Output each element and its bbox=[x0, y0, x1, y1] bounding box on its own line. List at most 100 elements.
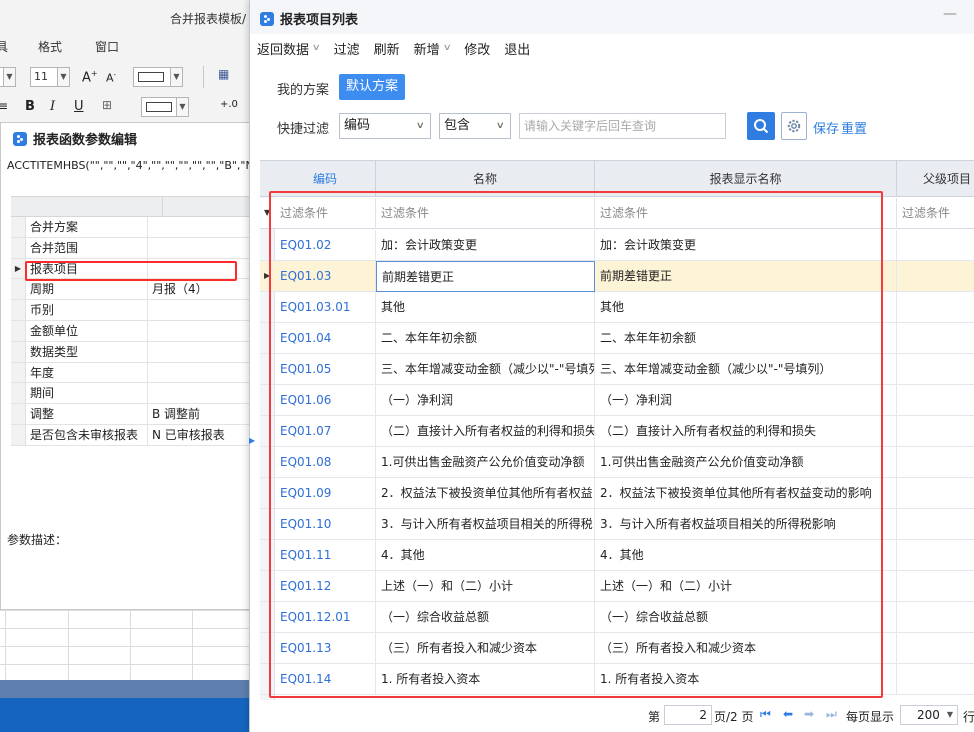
grow-font-icon[interactable]: A+ bbox=[82, 69, 98, 85]
cell-parent[interactable] bbox=[897, 540, 974, 571]
report-item-highlight bbox=[25, 261, 237, 281]
param-row[interactable]: 合并范围 bbox=[11, 237, 249, 259]
menu-window[interactable]: 窗口 bbox=[95, 38, 119, 55]
border-style-dropdown[interactable]: ▼ bbox=[133, 67, 183, 87]
app-logo-icon bbox=[13, 131, 27, 146]
menu-item[interactable]: 返回数据 ∨ bbox=[250, 39, 327, 58]
last-page-icon[interactable]: ⏭ bbox=[826, 707, 837, 722]
shrink-font-icon[interactable]: A- bbox=[106, 71, 116, 85]
cell-parent[interactable] bbox=[897, 633, 974, 664]
cell-parent[interactable] bbox=[897, 602, 974, 633]
italic-button[interactable]: I bbox=[50, 99, 55, 114]
menu-tools[interactable]: 具 bbox=[0, 38, 8, 55]
default-scheme-button[interactable]: 默认方案 bbox=[339, 74, 405, 100]
save-scheme-link[interactable]: 保存 bbox=[813, 118, 839, 137]
rows-suffix: 行 bbox=[963, 710, 974, 724]
search-input[interactable] bbox=[519, 113, 726, 139]
param-row[interactable]: 调整 B 调整前 bbox=[11, 404, 249, 425]
param-name: 币别 bbox=[26, 300, 148, 320]
cell-parent[interactable] bbox=[897, 230, 974, 261]
underline-button[interactable]: U bbox=[74, 99, 84, 114]
prev-page-icon[interactable]: ⬅ bbox=[783, 707, 793, 721]
my-scheme-label[interactable]: 我的方案 bbox=[277, 79, 329, 98]
cell-parent[interactable] bbox=[897, 385, 974, 416]
menu-item[interactable]: 退出 bbox=[497, 39, 537, 58]
param-value[interactable]: B 调整前 bbox=[148, 404, 249, 424]
menu-format[interactable]: 格式 bbox=[38, 38, 62, 55]
cell-parent[interactable] bbox=[897, 664, 974, 695]
page-label: 第 bbox=[648, 710, 661, 724]
fill-color-dropdown[interactable]: ▼ bbox=[141, 97, 189, 117]
per-page-select[interactable]: 200 ▼ bbox=[900, 705, 958, 725]
cell-parent[interactable] bbox=[897, 261, 974, 292]
dialog-titlebar: 报表项目列表 — bbox=[250, 0, 974, 34]
menu-item[interactable]: 刷新 bbox=[367, 39, 407, 58]
menu-item[interactable]: 过滤 bbox=[327, 39, 367, 58]
row-marker bbox=[11, 404, 26, 424]
column-header-parent[interactable]: 父级项目 bbox=[897, 161, 974, 197]
cell-parent[interactable] bbox=[897, 509, 974, 540]
row-marker bbox=[11, 279, 26, 300]
quick-filter-label: 快捷过滤 bbox=[277, 122, 330, 137]
cell-parent[interactable] bbox=[897, 292, 974, 323]
cell-parent[interactable] bbox=[897, 416, 974, 447]
param-value[interactable] bbox=[148, 383, 249, 403]
chevron-down-icon: ∨ bbox=[416, 121, 426, 131]
param-value[interactable]: 月报（4） bbox=[148, 279, 249, 299]
filter-field-select[interactable]: 编码 ∨ bbox=[339, 113, 431, 139]
param-row[interactable]: 是否包含未审核报表 N 已审核报表 bbox=[11, 424, 249, 446]
background-app-title: 合并报表模板/ bbox=[170, 12, 247, 26]
menu-item[interactable]: 新增 ∨ bbox=[407, 39, 458, 58]
reset-link[interactable]: 重置 bbox=[841, 118, 867, 137]
page-number-input[interactable]: 2 bbox=[664, 705, 712, 725]
param-name: 是否包含未审核报表 bbox=[26, 424, 148, 445]
menu-item[interactable]: 修改 bbox=[457, 39, 497, 58]
cell-parent[interactable] bbox=[897, 571, 974, 602]
font-size-dropdown[interactable]: 11 ▼ bbox=[30, 67, 70, 87]
chevron-down-icon: ∨ bbox=[311, 43, 321, 53]
dialog-menu-bar: 返回数据 ∨ 过滤 刷新 新增 ∨ 修改 退出 bbox=[250, 36, 974, 60]
row-marker bbox=[11, 237, 26, 258]
param-row[interactable]: 金额单位 bbox=[11, 320, 249, 342]
bold-button[interactable]: B bbox=[25, 99, 35, 114]
decimal-icon[interactable]: +.0 bbox=[220, 99, 238, 110]
filter-cell-parent[interactable]: 过滤条件 bbox=[897, 198, 974, 229]
cell-parent[interactable] bbox=[897, 354, 974, 385]
cell-parent[interactable] bbox=[897, 323, 974, 354]
param-value[interactable] bbox=[148, 342, 249, 362]
toolbar-image-icon[interactable]: ▦ bbox=[218, 67, 229, 81]
param-name: 金额单位 bbox=[26, 320, 148, 341]
param-value[interactable]: N 已审核报表 bbox=[148, 425, 249, 445]
row-marker: ▶ bbox=[11, 258, 26, 279]
align-icon[interactable]: ≡ bbox=[0, 99, 8, 113]
param-row[interactable]: 周期 月报（4） bbox=[11, 279, 249, 301]
first-page-icon[interactable]: ⏮ bbox=[760, 707, 771, 722]
formula-text[interactable]: ACCTITEMHBS("","","","4","","","","","",… bbox=[7, 159, 249, 172]
cell-parent[interactable] bbox=[897, 447, 974, 478]
search-button[interactable] bbox=[747, 112, 775, 140]
borders-icon[interactable]: ⊞ bbox=[102, 98, 112, 112]
filter-operator-select[interactable]: 包含 ∨ bbox=[439, 113, 511, 139]
next-page-icon[interactable]: ➡ bbox=[804, 707, 814, 721]
param-row[interactable]: 数据类型 bbox=[11, 341, 249, 363]
param-row[interactable]: 合并方案 bbox=[11, 217, 249, 238]
param-value[interactable] bbox=[148, 321, 249, 341]
filter-settings-button[interactable] bbox=[781, 112, 807, 140]
minimize-icon[interactable]: — bbox=[943, 6, 957, 22]
param-description-label: 参数描述： bbox=[7, 533, 68, 547]
param-row[interactable]: 币别 bbox=[11, 300, 249, 321]
param-value[interactable] bbox=[148, 238, 249, 258]
param-value[interactable] bbox=[148, 217, 249, 237]
param-row[interactable]: 期间 bbox=[11, 383, 249, 405]
report-item-list-dialog: 报表项目列表 — 返回数据 ∨ 过滤 刷新 新增 ∨ 修改 退出 我的方案 默认方案 快捷过滤… bbox=[249, 0, 974, 732]
param-value[interactable] bbox=[148, 300, 249, 320]
param-name: 调整 bbox=[26, 404, 148, 424]
sheet-scrollbar[interactable] bbox=[0, 680, 249, 698]
param-value[interactable] bbox=[148, 363, 249, 383]
param-name: 期间 bbox=[26, 383, 148, 404]
param-row[interactable]: 年度 bbox=[11, 362, 249, 384]
spreadsheet-grid[interactable] bbox=[0, 610, 249, 680]
cell-parent[interactable] bbox=[897, 478, 974, 509]
font-family-dropdown[interactable]: ▼ bbox=[0, 67, 16, 87]
chevron-down-icon: ▼ bbox=[946, 710, 953, 719]
